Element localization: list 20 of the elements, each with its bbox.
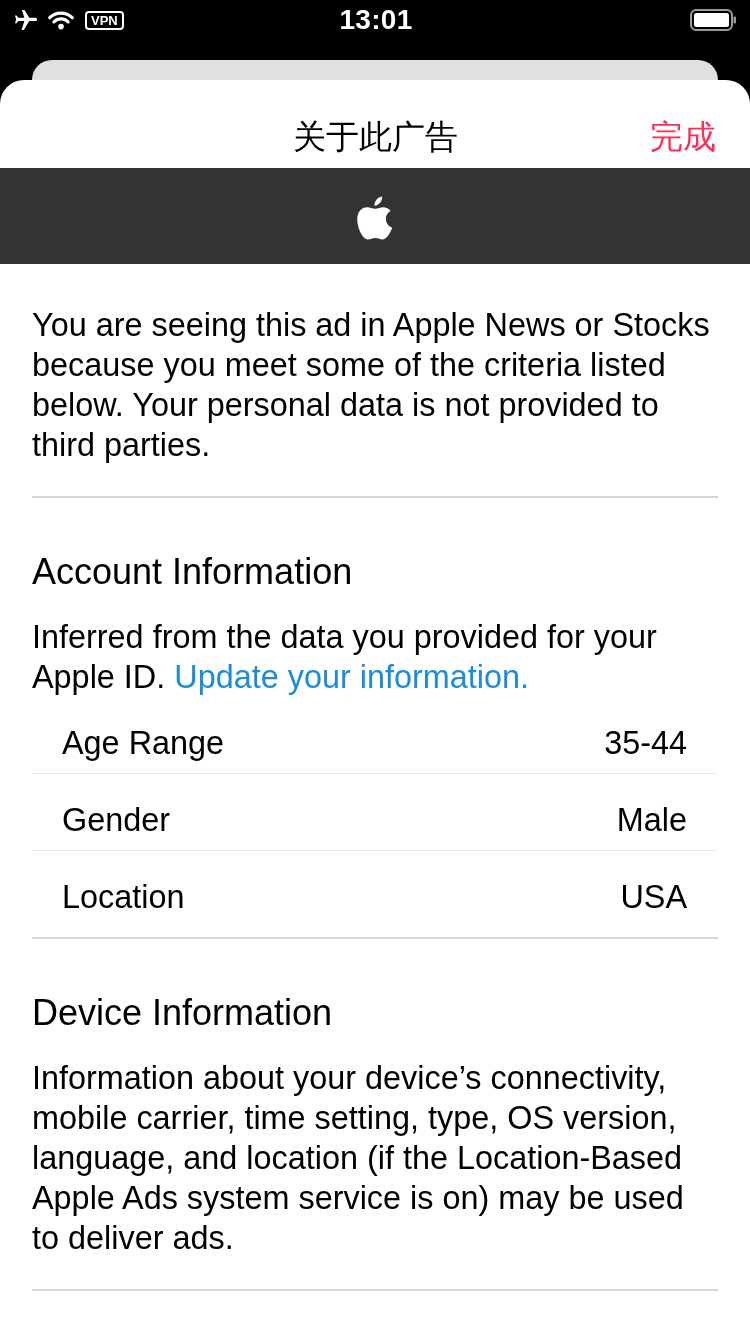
row-label: Gender — [62, 801, 171, 840]
row-label: Location — [62, 878, 185, 917]
wifi-icon — [47, 10, 75, 30]
row-value: USA — [620, 878, 687, 917]
intro-paragraph: You are seeing this ad in Apple News or Stocks because you meet some of the criteria listed below. Your personal data is not provided to third parties. — [32, 306, 711, 465]
done-button[interactable]: 完成 — [650, 117, 716, 157]
section-description: Information about your device’s connectivity, mobile carrier, time setting, type, OS version, language, and location (if the Location-Based Apple Ads system service is on) may be used to deliver ads. — [32, 1059, 685, 1258]
apple-icon — [357, 196, 393, 240]
battery-icon — [690, 9, 737, 31]
section-description: Inferred from the data you provided for your Apple ID. Update your information. — [32, 618, 658, 697]
update-info-link[interactable]: Update your information. — [174, 659, 529, 695]
clock-time: 13:01 — [339, 4, 413, 36]
vpn-badge: VPN — [85, 10, 124, 30]
row-label: Age Range — [62, 724, 225, 763]
sheet-title: 关于此广告 — [292, 117, 458, 157]
row-value: 35-44 — [604, 724, 687, 763]
section-heading: Account Information — [32, 552, 354, 592]
row-value: Male — [616, 801, 687, 840]
airplane-icon — [15, 10, 37, 30]
section-heading: Device Information — [32, 993, 334, 1033]
